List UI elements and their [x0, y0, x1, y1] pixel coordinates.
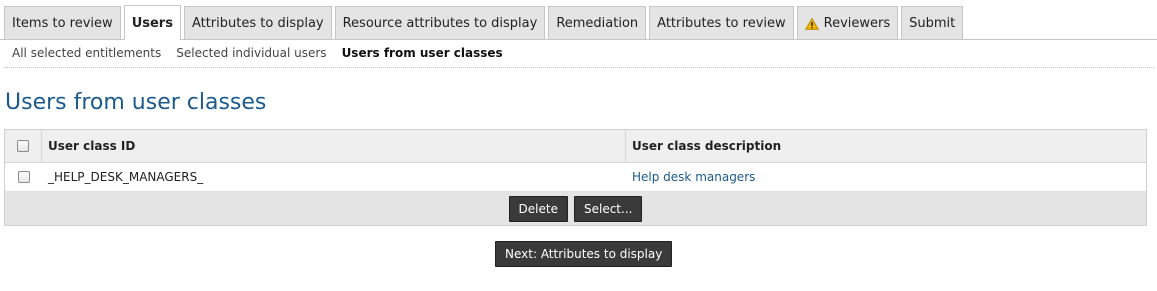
tab-users[interactable]: Users — [123, 5, 181, 40]
select-all-checkbox[interactable] — [17, 140, 29, 152]
user-class-description-link[interactable]: Help desk managers — [632, 170, 755, 184]
tab-label: Submit — [909, 16, 956, 31]
select-button[interactable]: Select... — [573, 195, 643, 222]
section-divider — [4, 67, 1154, 68]
page-title: Users from user classes — [5, 90, 267, 115]
table-row: _HELP_DESK_MANAGERS_ Help desk managers — [5, 163, 1146, 192]
warning-icon — [804, 17, 819, 30]
tab-items-to-review[interactable]: Items to review — [4, 6, 121, 40]
subnav-users-from-user-classes[interactable]: Users from user classes — [342, 46, 503, 60]
user-class-description-cell: Help desk managers — [626, 163, 1146, 191]
tab-label: Reviewers — [823, 16, 891, 31]
row-checkbox-cell — [5, 163, 42, 191]
tab-attributes-to-review[interactable]: Attributes to review — [649, 6, 794, 40]
row-checkbox[interactable] — [17, 171, 30, 183]
tab-label: Attributes to display — [191, 16, 324, 31]
subnav-selected-individual-users[interactable]: Selected individual users — [176, 46, 326, 60]
tab-bar: Items to review Users Attributes to disp… — [4, 5, 966, 40]
sub-navigation: All selected entitlements Selected indiv… — [12, 46, 503, 60]
column-header-user-class-id[interactable]: User class ID — [42, 130, 626, 162]
tab-label: Users — [131, 15, 173, 31]
user-class-id-cell: _HELP_DESK_MANAGERS_ — [48, 170, 204, 184]
subnav-all-selected-entitlements[interactable]: All selected entitlements — [12, 46, 161, 60]
column-header-user-class-description[interactable]: User class description — [626, 130, 1146, 162]
tab-attributes-to-display[interactable]: Attributes to display — [183, 6, 332, 40]
table-header: User class ID User class description — [5, 130, 1146, 163]
tab-label: Resource attributes to display — [342, 16, 538, 31]
tab-submit[interactable]: Submit — [901, 6, 964, 40]
tab-label: Attributes to review — [657, 16, 786, 31]
tab-label: Items to review — [12, 16, 113, 31]
tab-remediation[interactable]: Remediation — [548, 6, 647, 40]
delete-button[interactable]: Delete — [508, 195, 568, 222]
tab-resource-attributes-to-display[interactable]: Resource attributes to display — [334, 6, 546, 40]
user-classes-table: User class ID User class description _HE… — [4, 129, 1147, 226]
tab-label: Remediation — [556, 16, 639, 31]
next-attributes-to-display-button[interactable]: Next: Attributes to display — [495, 241, 673, 267]
table-footer: Delete Select... — [5, 192, 1146, 225]
tab-reviewers[interactable]: Reviewers — [796, 6, 899, 40]
select-all-cell — [5, 130, 42, 162]
